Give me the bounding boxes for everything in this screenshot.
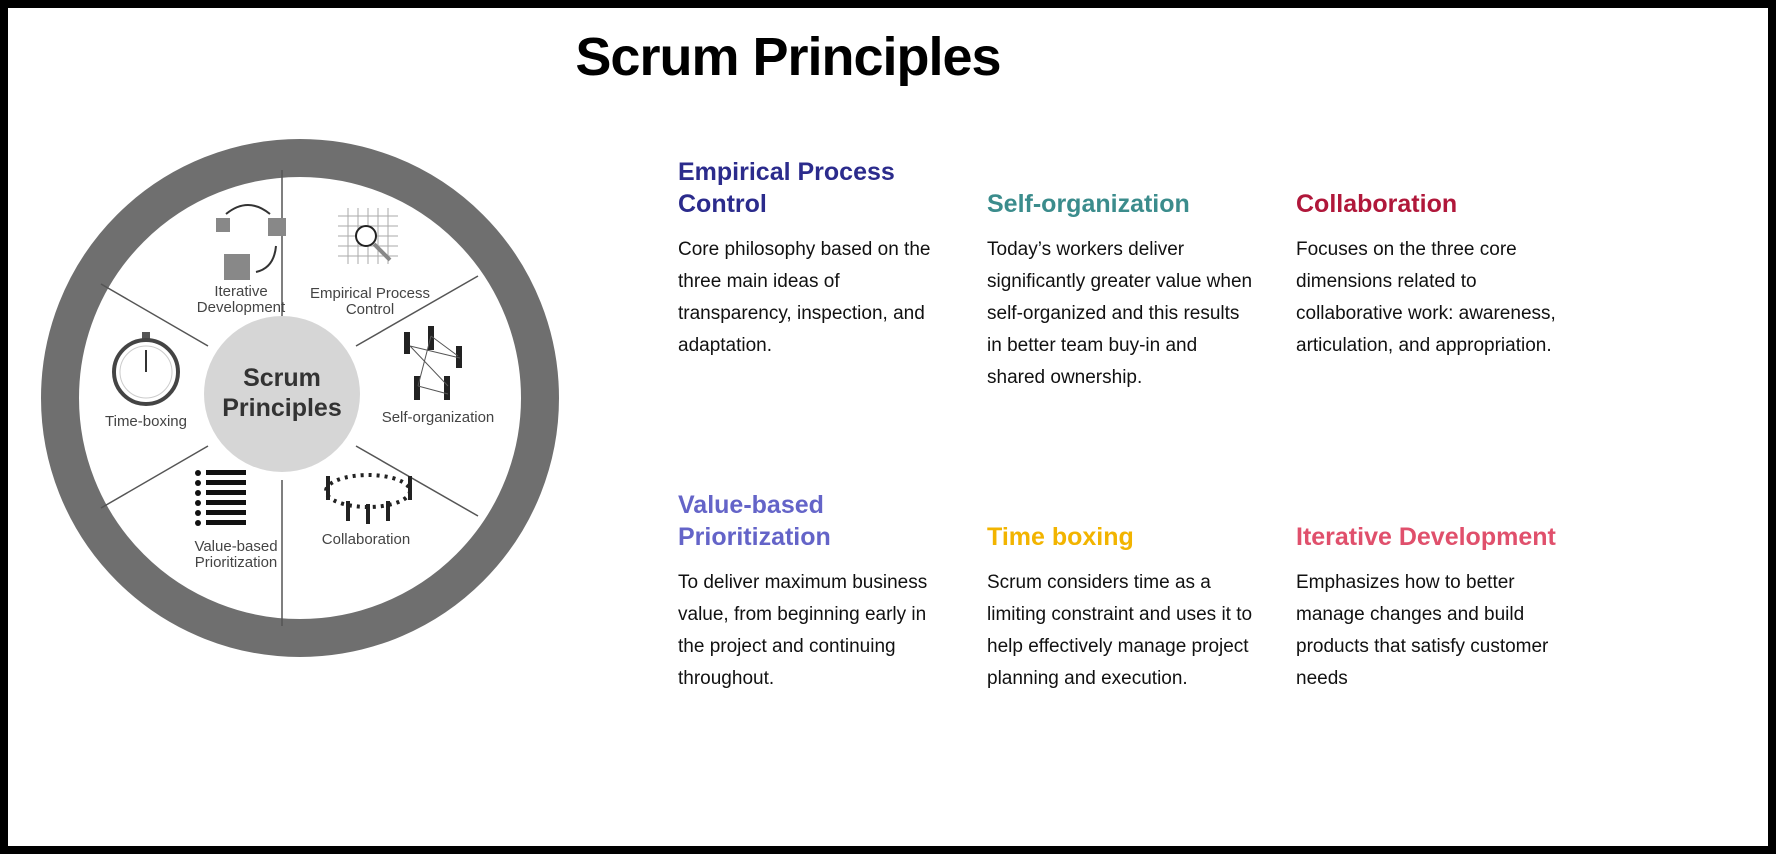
principle-text: Scrum considers time as a limiting const… bbox=[987, 572, 1253, 689]
principle-card-value-based: Value-based Prioritization To deliver ma… bbox=[678, 489, 948, 695]
principle-title: Collaboration bbox=[1296, 190, 1458, 218]
segment-label: Self-organization bbox=[382, 409, 495, 426]
principle-card-time-boxing: Time boxing Scrum considers time as a li… bbox=[987, 489, 1257, 695]
magnifier-grid-icon bbox=[338, 208, 398, 264]
principle-card-empirical: Empirical Process Control Core philosoph… bbox=[678, 156, 948, 362]
principle-text: Core philosophy based on the three main … bbox=[678, 239, 931, 356]
segment-label: Prioritization bbox=[195, 554, 278, 571]
principle-title: Empirical Process Control bbox=[678, 158, 895, 218]
center-label-line1: Scrum bbox=[243, 364, 321, 392]
principle-card-self-organization: Self-organization Today’s workers delive… bbox=[987, 156, 1257, 394]
principle-title: Time boxing bbox=[987, 523, 1134, 551]
segment-label: Development bbox=[197, 299, 286, 316]
principle-text: To deliver maximum business value, from … bbox=[678, 572, 928, 689]
principle-text: Emphasizes how to better manage changes … bbox=[1296, 572, 1549, 689]
scrum-wheel-diagram: Scrum Principles Iterative Development E… bbox=[41, 139, 559, 657]
segment-label: Value-based bbox=[194, 538, 277, 555]
principle-title: Iterative Development bbox=[1296, 523, 1556, 551]
segment-label: Collaboration bbox=[322, 531, 410, 548]
center-label-line2: Principles bbox=[222, 394, 342, 422]
page-title: Scrum Principles bbox=[575, 27, 1001, 87]
slide: Scrum Principles Scrum Principles Iterat… bbox=[8, 8, 1768, 846]
principle-title: Value-based Prioritization bbox=[678, 491, 831, 551]
segment-label: Empirical Process bbox=[310, 285, 430, 302]
principle-text: Focuses on the three core dimensions rel… bbox=[1296, 239, 1556, 356]
principle-card-iterative: Iterative Development Emphasizes how to … bbox=[1296, 489, 1566, 695]
segment-label: Time-boxing bbox=[105, 413, 187, 430]
segment-label: Control bbox=[346, 301, 394, 318]
principle-title: Self-organization bbox=[987, 190, 1190, 218]
segment-label: Iterative bbox=[214, 283, 267, 300]
principle-text: Today’s workers deliver significantly gr… bbox=[987, 239, 1253, 388]
principle-card-collaboration: Collaboration Focuses on the three core … bbox=[1296, 156, 1566, 362]
